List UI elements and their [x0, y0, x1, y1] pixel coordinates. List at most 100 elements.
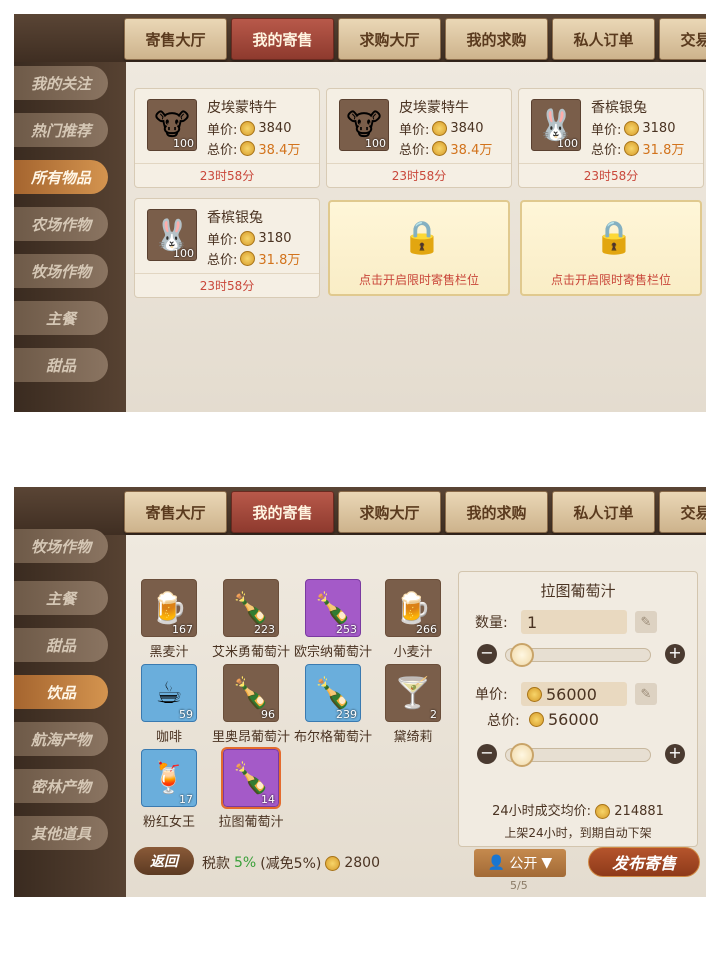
sidebar-item-dessert[interactable]: 甜品 [14, 628, 108, 662]
drink-item[interactable]: 🍹 17 粉红女王 [130, 749, 208, 831]
tab-private-orders[interactable]: 私人订单 [552, 18, 655, 60]
listing-card[interactable]: 🐮 100 皮埃蒙特牛 单价: 3840 总价: 38.4万 23时58分 [134, 88, 320, 188]
plus-button[interactable]: + [665, 644, 685, 664]
tab-my-purchase[interactable]: 我的求购 [445, 491, 548, 533]
drink-item[interactable]: 🍾 253 欧宗纳葡萄汁 [294, 579, 372, 661]
total-price: 56000 [529, 710, 599, 729]
tab-consignment-hall[interactable]: 寄售大厅 [124, 491, 227, 533]
sidebar-item-all-items[interactable]: 所有物品 [14, 160, 108, 194]
edit-icon[interactable]: ✎ [635, 683, 657, 705]
sidebar-item-main-dish[interactable]: 主餐 [14, 581, 108, 615]
coin-icon [527, 686, 542, 702]
total-price: 38.4万 [258, 143, 301, 158]
countdown-timer: 23时58分 [135, 273, 319, 297]
cow-icon: 🐮 100 [147, 99, 197, 151]
listing-note: 上架24小时，到期自动下架 [504, 826, 652, 840]
tab-private-orders[interactable]: 私人订单 [552, 491, 655, 533]
listing-card[interactable]: 🐮 100 皮埃蒙特牛 单价: 3840 总价: 38.4万 23时58分 [326, 88, 512, 188]
sidebar-item-drinks[interactable]: 饮品 [14, 675, 108, 709]
coin-icon [325, 855, 341, 871]
tab-my-purchase[interactable]: 我的求购 [445, 18, 548, 60]
countdown-timer: 23时58分 [519, 163, 703, 187]
cocktail-glass-icon: 🍸 2 [385, 664, 441, 722]
countdown-timer: 23时58分 [327, 163, 511, 187]
tab-trade-records[interactable]: 交易记录 [659, 18, 706, 60]
coin-icon [432, 141, 448, 156]
sidebar-item-other-items[interactable]: 其他道具 [14, 816, 108, 850]
category-sidebar: 牧场作物 主餐 甜品 饮品 航海产物 密林产物 其他道具 [14, 529, 126, 897]
drink-item[interactable]: 🍾 96 里奥昂葡萄汁 [212, 664, 290, 746]
visibility-dropdown[interactable]: 👤 公开 ▼ [474, 849, 566, 877]
screen-sell-drink: 寄售大厅 我的寄售 求购大厅 我的求购 私人订单 交易记录 牧场作物 主餐 甜品… [14, 487, 706, 897]
total-price: 31.8万 [642, 143, 685, 158]
screen-my-consignment-animals: 寄售大厅 我的寄售 求购大厅 我的求购 私人订单 交易记录 我的关注 热门推荐 … [14, 14, 706, 412]
item-name: 皮埃蒙特牛 [207, 100, 277, 116]
countdown-timer: 23时58分 [135, 163, 319, 187]
quantity-input[interactable]: 1 [521, 610, 627, 634]
coin-icon [624, 121, 640, 136]
top-tab-bar: 寄售大厅 我的寄售 求购大厅 我的求购 私人订单 交易记录 [14, 487, 706, 535]
sidebar-item-sea-products[interactable]: 航海产物 [14, 722, 108, 756]
locked-slot[interactable]: 🔒 点击开启限时寄售栏位 [520, 200, 702, 296]
drink-item[interactable]: 🍾 239 布尔格葡萄汁 [294, 664, 372, 746]
lock-icon: 🔒 [402, 218, 442, 256]
chevron-down-icon: ▼ [541, 855, 553, 871]
rabbit-icon: 🐰 100 [147, 209, 197, 261]
tab-my-consignment[interactable]: 我的寄售 [231, 18, 334, 60]
locked-slot[interactable]: 🔒 点击开启限时寄售栏位 [328, 200, 510, 296]
sidebar-item-ranch-products[interactable]: 牧场作物 [14, 529, 108, 563]
coin-icon [529, 712, 544, 727]
tab-purchase-hall[interactable]: 求购大厅 [338, 18, 441, 60]
back-button[interactable]: 返回 [134, 847, 194, 875]
sidebar-item-dessert[interactable]: 甜品 [14, 348, 108, 382]
wine-bottle-icon: 🍾 96 [223, 664, 279, 722]
price-slider[interactable] [505, 743, 651, 767]
drink-item[interactable]: 🍺 266 小麦汁 [374, 579, 452, 661]
wine-bottle-icon: 🍾 223 [223, 579, 279, 637]
sidebar-item-farm-crops[interactable]: 农场作物 [14, 207, 108, 241]
listing-card[interactable]: 🐰 100 香槟银兔 单价: 3180 总价: 31.8万 23时58分 [518, 88, 704, 188]
total-price: 31.8万 [258, 253, 301, 268]
edit-icon[interactable]: ✎ [635, 611, 657, 633]
detail-title: 拉图葡萄汁 [540, 582, 616, 600]
unit-price-input[interactable]: 56000 [521, 682, 627, 706]
minus-button[interactable]: − [477, 644, 497, 664]
sidebar-item-forest-products[interactable]: 密林产物 [14, 769, 108, 803]
listing-grid: 🐮 100 皮埃蒙特牛 单价: 3840 总价: 38.4万 23时58分 🐮 100 … [126, 62, 706, 412]
user-icon: 👤 [487, 855, 506, 871]
tab-consignment-hall[interactable]: 寄售大厅 [124, 18, 227, 60]
rabbit-icon: 🐰 100 [531, 99, 581, 151]
slider-knob[interactable] [510, 643, 534, 667]
plus-button[interactable]: + [665, 744, 685, 764]
coin-icon [432, 121, 448, 136]
minus-button[interactable]: − [477, 744, 497, 764]
coin-icon [240, 231, 256, 246]
sidebar-item-hot[interactable]: 热门推荐 [14, 113, 108, 147]
unit-price: 3180 [642, 121, 676, 136]
drink-item-selected[interactable]: 🍾 14 拉图葡萄汁 [212, 747, 290, 831]
listing-card[interactable]: 🐰 100 香槟银兔 单价: 3180 总价: 31.8万 23时58分 [134, 198, 320, 298]
page-indicator: 5/5 [510, 879, 528, 892]
unit-price: 3180 [258, 231, 292, 246]
wine-bottle-icon: 🍾 14 [221, 747, 281, 809]
tab-trade-records[interactable]: 交易记录 [659, 491, 706, 533]
beer-mug-icon: 🍺 266 [385, 579, 441, 637]
drink-item[interactable]: 🍸 2 黛绮莉 [374, 664, 452, 746]
unit-price: 3840 [450, 121, 484, 136]
tab-purchase-hall[interactable]: 求购大厅 [338, 491, 441, 533]
slider-knob[interactable] [510, 743, 534, 767]
sidebar-item-ranch-products[interactable]: 牧场作物 [14, 254, 108, 288]
drink-item[interactable]: ☕ 59 咖啡 [130, 664, 208, 746]
total-price: 38.4万 [450, 143, 493, 158]
sidebar-item-following[interactable]: 我的关注 [14, 66, 108, 100]
drink-item[interactable]: 🍾 223 艾米勇葡萄汁 [212, 579, 290, 661]
tab-my-consignment[interactable]: 我的寄售 [231, 491, 334, 533]
quantity-slider[interactable] [505, 643, 651, 667]
coin-icon [240, 121, 256, 136]
sidebar-item-main-dish[interactable]: 主餐 [14, 301, 108, 335]
cow-icon: 🐮 100 [339, 99, 389, 151]
cocktail-glass-icon: 🍹 17 [141, 749, 197, 807]
tax-info: 税款 5% (减免5%) 2800 [202, 855, 380, 872]
publish-button[interactable]: 发布寄售 [588, 847, 700, 877]
drink-item[interactable]: 🍺 167 黑麦汁 [130, 579, 208, 661]
